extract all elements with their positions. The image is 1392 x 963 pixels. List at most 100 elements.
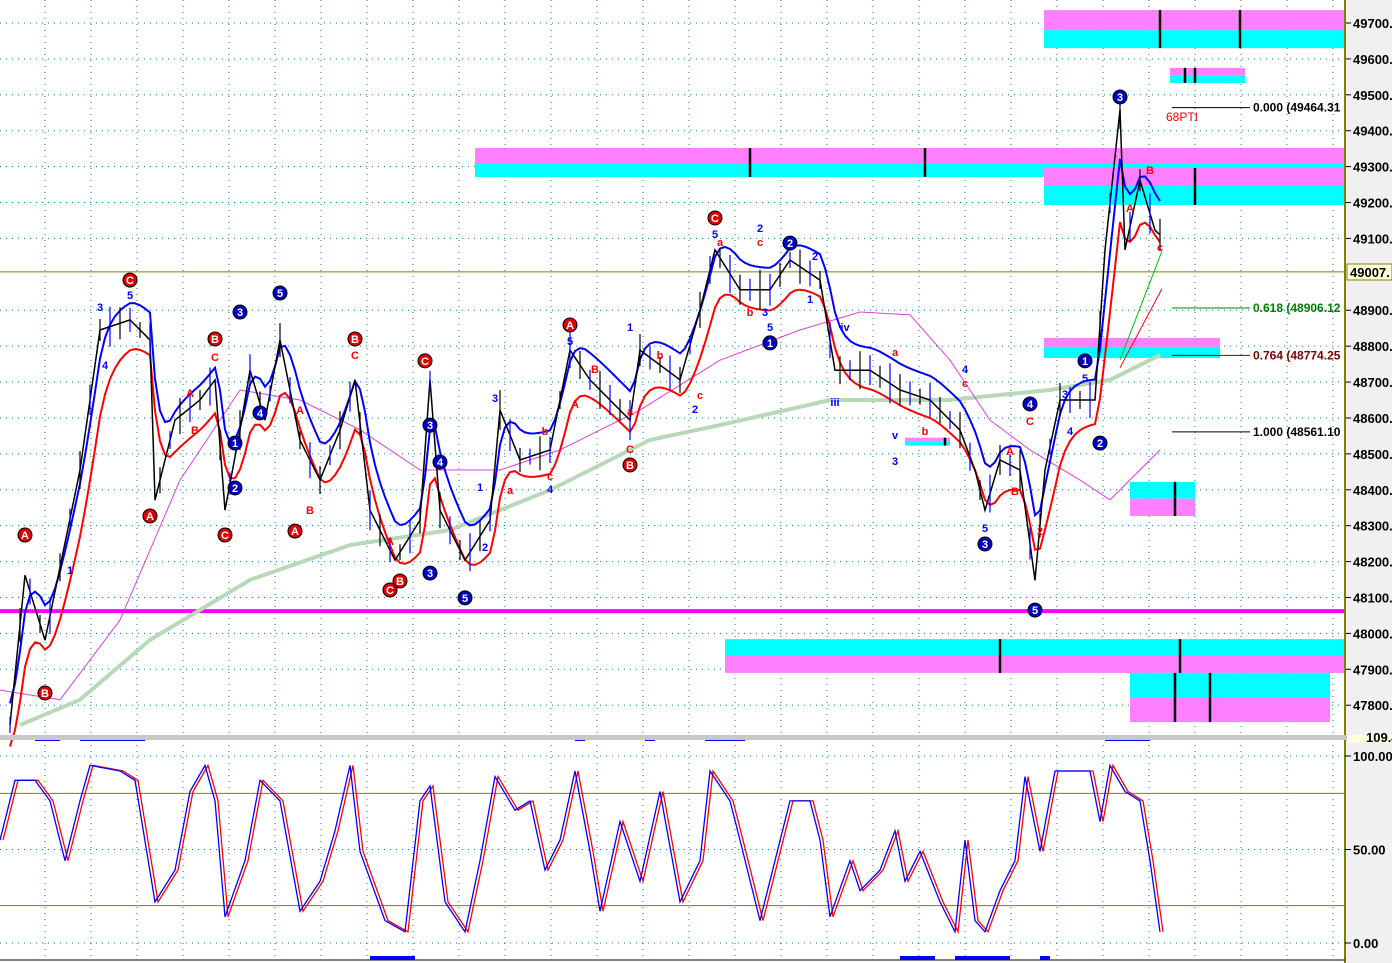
signal-bar (965, 956, 1010, 960)
wave-label: 4 (1027, 399, 1034, 411)
axis-tick-label: 47800. (1353, 698, 1392, 713)
zone-upper-band (905, 437, 950, 442)
signal-bar (955, 956, 965, 960)
wave-label: 3 (1062, 389, 1068, 401)
zone-lower-band (725, 656, 1345, 673)
zone-lower-band (1170, 75, 1245, 83)
wave-label: a (627, 406, 634, 418)
wave-label: C (221, 530, 229, 542)
wave-label: A (291, 526, 299, 538)
wave-label: 3 (762, 307, 768, 319)
wave-label: iii (830, 397, 839, 409)
zone-upper-band (1170, 67, 1245, 76)
wave-label: c (547, 471, 553, 483)
wave-label: 1 (67, 565, 73, 577)
axis-tick-label: 48900. (1353, 303, 1392, 318)
price-axis: 49700. 49600. 49500. 49400. 49300. 49200. 4910… (0, 0, 1392, 963)
zone-lower-band (1130, 498, 1195, 516)
wave-label: 2 (757, 223, 763, 235)
wave-label: 2 (1097, 438, 1103, 450)
wave-label: 3 (237, 307, 243, 319)
wave-label: B (1011, 486, 1019, 498)
fib-label: 0.000 (49464.31 (1253, 101, 1341, 115)
wave-label: b (657, 350, 664, 362)
axis-tick-label: 48500. (1353, 447, 1392, 462)
fib-label: 0.764 (48774.25 (1253, 348, 1341, 362)
wave-label: 3 (982, 539, 988, 551)
wave-label: 5 (127, 290, 133, 302)
zone-upper-band (725, 639, 1345, 657)
wave-label: B (41, 688, 49, 700)
oscillator-signal-line (2, 763, 1164, 935)
axis-tick-label: 49700. (1353, 16, 1392, 31)
wave-label: C (1026, 416, 1034, 428)
zone-lower-band (905, 441, 950, 446)
wave-label: iv (840, 322, 850, 334)
wave-label: 2 (1037, 526, 1043, 538)
axis-tick-label: 47900. (1353, 662, 1392, 677)
wave-label: 5 (982, 523, 988, 535)
wave-label: v (892, 430, 899, 442)
wave-label: B (1146, 165, 1154, 177)
wave-label: B (211, 334, 219, 346)
axis-tick-label: 48600. (1353, 411, 1392, 426)
zone-lower-band (1130, 698, 1330, 723)
wave-label: 4 (257, 408, 264, 420)
wave-label: 3 (892, 456, 898, 468)
axis-tick-label: 48100. (1353, 590, 1392, 605)
oscillator-main-line (0, 763, 1161, 935)
wave-label: C (421, 356, 429, 368)
panel-divider (0, 735, 1392, 740)
wave-label: 3 (1117, 92, 1123, 104)
wave-label: A (146, 511, 154, 523)
wave-label: B (626, 460, 634, 472)
wave-label: A (21, 530, 29, 542)
wave-label: c (697, 390, 703, 402)
wave-label: b (747, 307, 754, 319)
axis-tick-label: 48300. (1353, 519, 1392, 534)
wave-label: 4 (962, 364, 969, 376)
wave-label: c (962, 378, 968, 390)
osc-top-label: 109.4 (1366, 730, 1392, 745)
wave-label: 4 (437, 457, 444, 469)
axis-tick-label: 49500. (1353, 88, 1392, 103)
wave-label: 1 (477, 482, 483, 494)
pti-label: 68PTI (1166, 110, 1198, 124)
axis-tick-label: 49400. (1353, 124, 1392, 139)
wave-label: A (386, 536, 394, 548)
wave-label: 1 (767, 338, 773, 350)
axis-tick-label: 50.00 (1353, 843, 1386, 858)
wave-label: 5 (1082, 373, 1088, 385)
wave-label: 5 (277, 288, 283, 300)
wave-label: 5 (767, 322, 773, 334)
axis-tick-label: 48700. (1353, 375, 1392, 390)
wave-label: 5 (567, 336, 573, 348)
signal-bar (1040, 956, 1050, 960)
wave-label: 3 (427, 420, 433, 432)
zone-upper-band (1044, 10, 1345, 31)
price-line (9, 109, 1161, 726)
wave-label: 2 (692, 404, 698, 416)
axis-tick-label: 49100. (1353, 231, 1392, 246)
wave-label: 1 (807, 294, 813, 306)
axis-tick-label: 48000. (1353, 626, 1392, 641)
last-price-label: 49007. (1350, 265, 1390, 280)
wave-label: 2 (482, 542, 488, 554)
wave-label: 4 (102, 360, 109, 372)
zone-upper-band (1130, 672, 1330, 699)
wave-label: 3 (97, 302, 103, 314)
wave-label: 1 (627, 322, 633, 334)
wave-label: A (1126, 203, 1134, 215)
grid (0, 0, 1345, 958)
wave-label: B (191, 425, 199, 437)
wave-label: a (892, 347, 899, 359)
zone-upper-band (475, 147, 1345, 164)
wave-label: C (351, 350, 359, 362)
wave-label: B (396, 576, 404, 588)
wave-label: A (296, 405, 304, 417)
wave-label: A (186, 388, 194, 400)
chart: CABABC ABCBCABC53412343512534123354131254… (0, 0, 1392, 963)
fib-label: 1.000 (48561.10 (1253, 425, 1341, 439)
wave-label: a (717, 237, 724, 249)
wave-label: 3 (427, 568, 433, 580)
